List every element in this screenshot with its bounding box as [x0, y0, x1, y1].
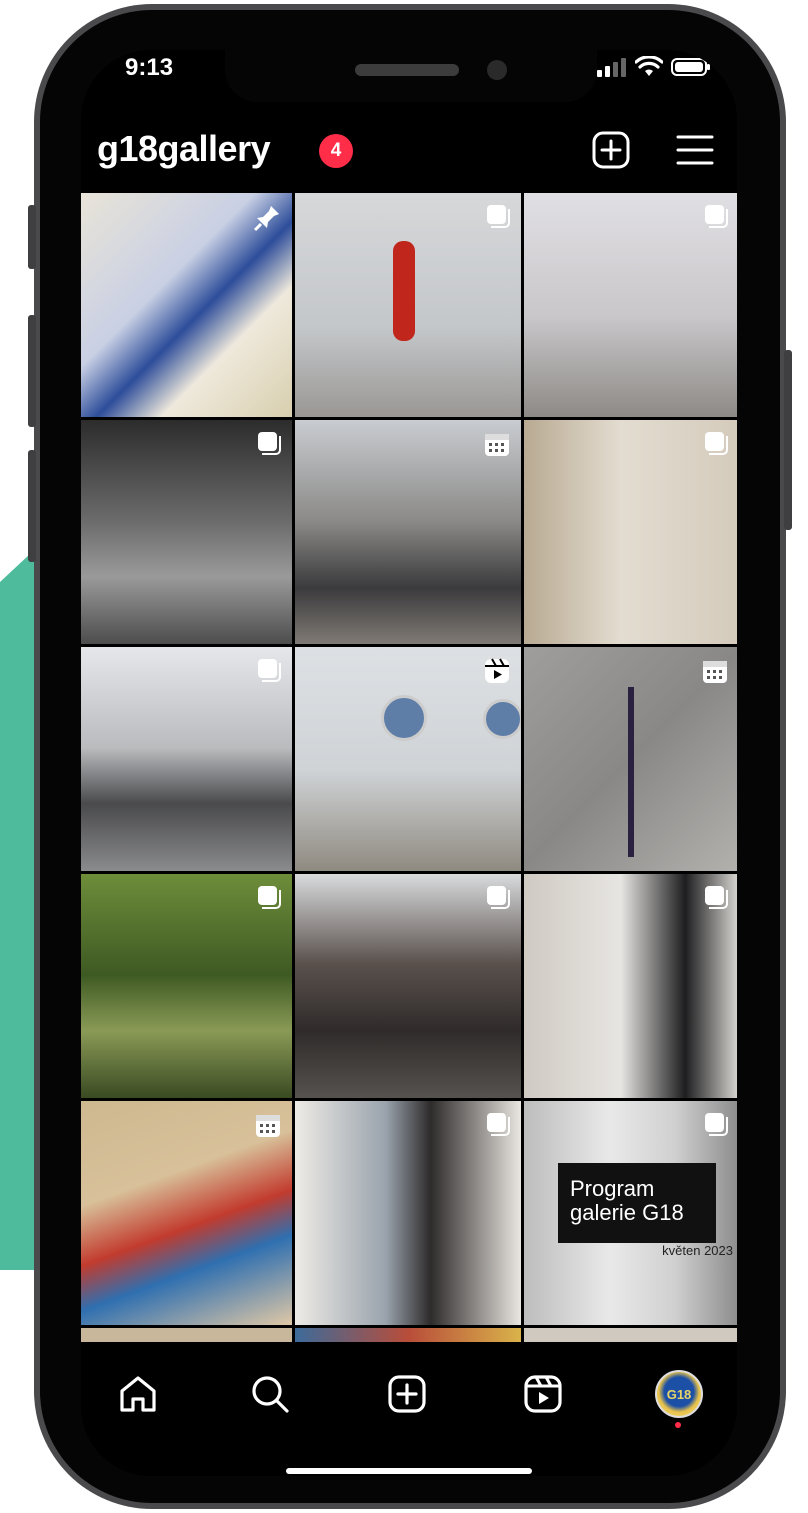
post-tile[interactable]: [81, 420, 292, 644]
post-tile[interactable]: [295, 193, 521, 417]
nav-reels[interactable]: [519, 1370, 567, 1418]
carousel-icon: [487, 205, 510, 228]
post-tile[interactable]: [524, 193, 737, 417]
event-calendar-icon: [256, 1115, 280, 1137]
post-tile-peek[interactable]: [295, 1328, 521, 1342]
activity-dot: [675, 1422, 681, 1428]
tree-rack-shape: [628, 687, 634, 857]
post-tile[interactable]: [295, 1101, 521, 1325]
post-tile[interactable]: [81, 874, 292, 1098]
home-icon: [120, 1376, 156, 1412]
notch: [225, 50, 597, 102]
battery-icon: [671, 58, 710, 76]
post-tile[interactable]: [295, 874, 521, 1098]
search-icon: [252, 1376, 289, 1413]
menu-button[interactable]: [673, 128, 717, 172]
mute-switch: [28, 205, 36, 269]
next-row-peek: [81, 1328, 737, 1342]
carousel-icon: [258, 886, 281, 909]
post-tile[interactable]: [295, 647, 521, 871]
event-calendar-icon: [703, 661, 727, 683]
status-icons: [597, 56, 711, 78]
reel-icon: [485, 658, 509, 683]
post-tile[interactable]: [524, 874, 737, 1098]
carousel-icon: [705, 886, 728, 909]
notification-badge[interactable]: 4: [319, 134, 353, 168]
menu-icon: [676, 135, 714, 165]
nav-home[interactable]: [114, 1370, 162, 1418]
post-tile-peek[interactable]: [81, 1328, 292, 1342]
wifi-icon: [635, 56, 663, 76]
speaker: [355, 64, 459, 76]
nav-create[interactable]: [383, 1370, 431, 1418]
program-title: Program galerie G18: [570, 1176, 684, 1225]
front-camera: [487, 60, 507, 80]
home-indicator[interactable]: [286, 1468, 532, 1474]
carousel-icon: [487, 886, 510, 909]
event-calendar-icon: [485, 434, 509, 456]
carousel-icon: [258, 432, 281, 455]
post-tile[interactable]: [81, 1101, 292, 1325]
post-tile[interactable]: [524, 647, 737, 871]
bottom-navigation: G18: [81, 1342, 737, 1476]
round-window-shape: [483, 699, 521, 739]
post-tile[interactable]: [81, 193, 292, 417]
signal-icon: [597, 58, 626, 77]
volume-up-button: [28, 315, 36, 427]
post-tile-peek[interactable]: [524, 1328, 737, 1342]
carousel-icon: [487, 1113, 510, 1136]
reels-icon: [524, 1375, 562, 1413]
profile-username[interactable]: g18gallery: [97, 128, 271, 170]
status-time: 9:13: [125, 54, 174, 81]
carousel-icon: [705, 205, 728, 228]
posts-grid: Program galerie G18 květen 2023: [81, 193, 737, 1325]
carousel-icon: [705, 1113, 728, 1136]
post-tile[interactable]: [295, 420, 521, 644]
carousel-icon: [258, 659, 281, 682]
program-subtitle: květen 2023: [662, 1243, 733, 1258]
new-post-icon: [592, 131, 630, 169]
pin-icon: [253, 206, 279, 232]
phone-screen: 9:13 g18gallery 4 Program galerie G18 kv…: [81, 50, 737, 1476]
red-sculpture-shape: [393, 241, 415, 341]
nav-profile[interactable]: G18: [655, 1370, 703, 1428]
power-button: [784, 350, 792, 530]
create-icon: [388, 1375, 426, 1413]
program-tile[interactable]: Program galerie G18 květen 2023: [524, 1101, 737, 1325]
profile-header: g18gallery 4: [81, 120, 737, 184]
post-tile[interactable]: [524, 420, 737, 644]
nav-search[interactable]: [246, 1370, 294, 1418]
program-card: Program galerie G18: [558, 1163, 716, 1243]
volume-down-button: [28, 450, 36, 562]
profile-avatar: G18: [655, 1370, 703, 1418]
post-tile[interactable]: [81, 647, 292, 871]
round-window-shape: [381, 695, 427, 741]
new-post-button[interactable]: [589, 128, 633, 172]
carousel-icon: [705, 432, 728, 455]
